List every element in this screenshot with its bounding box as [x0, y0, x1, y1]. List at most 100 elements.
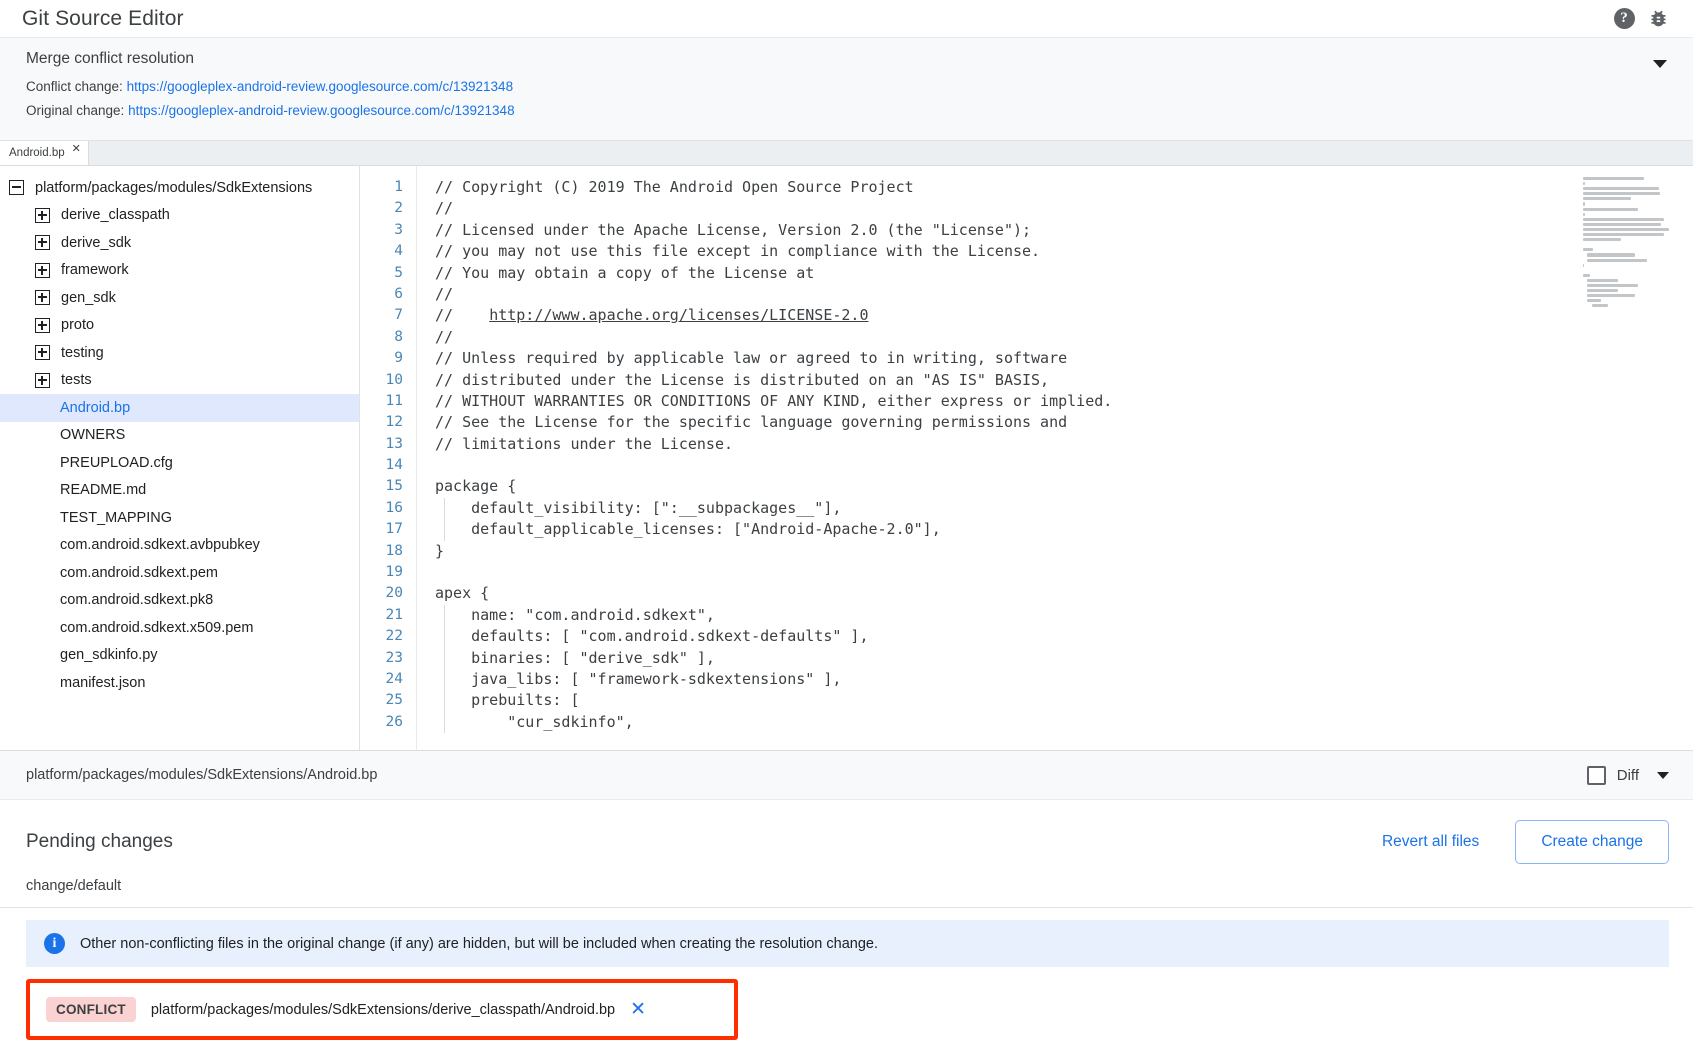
- code-text: // See the License for the specific lang…: [435, 413, 1067, 431]
- tree-row-file[interactable]: PREUPLOAD.cfg: [0, 449, 359, 477]
- code-line: prebuilts: [: [435, 690, 1575, 711]
- minimap-bar: [1583, 228, 1669, 231]
- code-minimap[interactable]: [1575, 166, 1693, 750]
- code-line: // http://www.apache.org/licenses/LICENS…: [435, 305, 1575, 326]
- help-icon[interactable]: ?: [1607, 2, 1641, 36]
- pending-changes-title: Pending changes: [26, 831, 173, 853]
- minimap-bar: [1583, 208, 1638, 211]
- line-number: 17: [360, 519, 403, 540]
- code-text: // Unless required by applicable law or …: [435, 349, 1067, 367]
- code-url-link[interactable]: http://www.apache.org/licenses/LICENSE-2…: [489, 306, 868, 324]
- tree-row-file[interactable]: OWNERS: [0, 422, 359, 450]
- file-tree: platform/packages/modules/SdkExtensions d…: [0, 166, 360, 750]
- expand-expander-icon[interactable]: [35, 208, 50, 223]
- chevron-down-icon[interactable]: [1653, 60, 1667, 68]
- code-line: // limitations under the License.: [435, 434, 1575, 455]
- original-change-row: Original change: https://googleplex-andr…: [26, 102, 1671, 119]
- tree-row-file[interactable]: com.android.sdkext.avbpubkey: [0, 532, 359, 560]
- code-line: default_visibility: [":__subpackages__"]…: [435, 498, 1575, 519]
- tree-row-label: OWNERS: [60, 427, 125, 443]
- code-line: // WITHOUT WARRANTIES OR CONDITIONS OF A…: [435, 391, 1575, 412]
- tab-strip: Android.bp ✕: [0, 141, 1693, 166]
- tree-row-directory[interactable]: testing: [0, 339, 359, 367]
- conflict-highlight-box: CONFLICT platform/packages/modules/SdkEx…: [26, 979, 738, 1040]
- code-content[interactable]: // Copyright (C) 2019 The Android Open S…: [416, 166, 1575, 750]
- expand-expander-icon[interactable]: [35, 318, 50, 333]
- diff-checkbox[interactable]: [1587, 766, 1606, 785]
- tree-row-label: testing: [61, 345, 104, 361]
- line-number: 21: [360, 605, 403, 626]
- bug-icon-glyph: [1648, 8, 1669, 29]
- original-change-link[interactable]: https://googleplex-android-review.google…: [128, 103, 515, 118]
- bug-icon[interactable]: [1641, 2, 1675, 36]
- minimap-bar: [1583, 187, 1659, 190]
- tree-row-file[interactable]: com.android.sdkext.pk8: [0, 587, 359, 615]
- expand-expander-icon[interactable]: [35, 345, 50, 360]
- expand-expander-icon[interactable]: [35, 235, 50, 250]
- minimap-bar: [1583, 202, 1585, 205]
- diff-chevron-down-icon[interactable]: [1657, 772, 1669, 779]
- tree-row-directory[interactable]: tests: [0, 367, 359, 395]
- tree-row-root[interactable]: platform/packages/modules/SdkExtensions: [0, 174, 359, 202]
- tree-row-label: gen_sdk: [61, 290, 116, 306]
- code-line: defaults: [ "com.android.sdkext-defaults…: [435, 626, 1575, 647]
- code-text: default_visibility: [":__subpackages__"]…: [435, 499, 841, 517]
- diff-label: Diff: [1617, 767, 1639, 784]
- status-badge: CONFLICT: [46, 997, 136, 1022]
- code-text: prebuilts: [: [435, 691, 580, 709]
- tree-row-label: com.android.sdkext.pem: [60, 565, 218, 581]
- minimap-bar: [1587, 279, 1618, 282]
- tree-row-label: com.android.sdkext.pk8: [60, 592, 213, 608]
- tree-row-file[interactable]: Android.bp: [0, 394, 359, 422]
- tree-row-directory[interactable]: framework: [0, 257, 359, 285]
- conflict-change-link[interactable]: https://googleplex-android-review.google…: [127, 79, 514, 94]
- tab-android-bp[interactable]: Android.bp ✕: [0, 141, 89, 165]
- tree-row-directory[interactable]: proto: [0, 312, 359, 340]
- indent-guide: [444, 690, 445, 711]
- code-line: // See the License for the specific lang…: [435, 412, 1575, 433]
- tree-row-file[interactable]: README.md: [0, 477, 359, 505]
- conflict-file-row[interactable]: CONFLICT platform/packages/modules/SdkEx…: [30, 983, 734, 1036]
- tree-row-label: tests: [61, 372, 92, 388]
- tab-label: Android.bp: [9, 147, 65, 159]
- code-line: package {: [435, 476, 1575, 497]
- expand-expander-icon[interactable]: [35, 373, 50, 388]
- close-icon[interactable]: ✕: [630, 1000, 646, 1019]
- info-banner: i Other non-conflicting files in the ori…: [26, 920, 1669, 967]
- pending-changes-section: Pending changes Revert all files Create …: [0, 800, 1693, 1040]
- tree-row-label: com.android.sdkext.avbpubkey: [60, 537, 260, 553]
- expand-expander-icon[interactable]: [35, 263, 50, 278]
- line-number: 24: [360, 669, 403, 690]
- tree-row-label: gen_sdkinfo.py: [60, 647, 158, 663]
- line-number: 9: [360, 348, 403, 369]
- code-text: // WITHOUT WARRANTIES OR CONDITIONS OF A…: [435, 392, 1112, 410]
- conflict-change-row: Conflict change: https://googleplex-andr…: [26, 78, 1671, 95]
- tree-row-file[interactable]: com.android.sdkext.pem: [0, 559, 359, 587]
- expand-expander-icon[interactable]: [35, 290, 50, 305]
- tree-row-file[interactable]: TEST_MAPPING: [0, 504, 359, 532]
- tree-row-file[interactable]: manifest.json: [0, 669, 359, 697]
- tree-row-directory[interactable]: gen_sdk: [0, 284, 359, 312]
- tree-row-directory[interactable]: derive_sdk: [0, 229, 359, 257]
- indent-guide: [444, 648, 445, 669]
- merge-conflict-title: Merge conflict resolution: [26, 50, 1671, 68]
- tree-row-label: platform/packages/modules/SdkExtensions: [35, 180, 312, 196]
- change-name-label: change/default: [26, 878, 1669, 894]
- revert-all-files-button[interactable]: Revert all files: [1368, 824, 1493, 860]
- minimap-bar: [1583, 182, 1585, 185]
- minimap-bar: [1583, 213, 1585, 216]
- close-icon[interactable]: ✕: [72, 144, 81, 155]
- tree-row-label: derive_classpath: [61, 207, 170, 223]
- tree-row-file[interactable]: com.android.sdkext.x509.pem: [0, 614, 359, 642]
- code-text: // Copyright (C) 2019 The Android Open S…: [435, 178, 914, 196]
- line-number: 22: [360, 626, 403, 647]
- collapse-expander-icon[interactable]: [9, 180, 24, 195]
- tree-row-file[interactable]: gen_sdkinfo.py: [0, 642, 359, 670]
- line-number: 14: [360, 455, 403, 476]
- create-change-button[interactable]: Create change: [1515, 820, 1669, 864]
- conflict-file-path: platform/packages/modules/SdkExtensions/…: [151, 1002, 615, 1018]
- tree-row-label: manifest.json: [60, 675, 145, 691]
- line-number: 13: [360, 434, 403, 455]
- file-path-bar: platform/packages/modules/SdkExtensions/…: [0, 750, 1693, 800]
- tree-row-directory[interactable]: derive_classpath: [0, 202, 359, 230]
